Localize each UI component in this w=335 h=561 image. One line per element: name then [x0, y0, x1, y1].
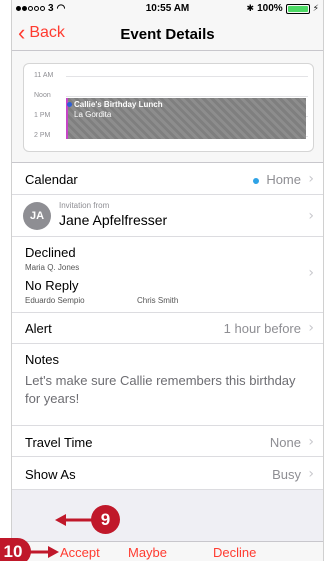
bluetooth-icon: ✱	[246, 3, 255, 14]
battery-fill	[287, 5, 308, 12]
charging-icon: ⚡	[312, 3, 319, 14]
travel-time-value: None	[269, 435, 301, 450]
details-list: Calendar Home › JA Invitation from Jane …	[12, 163, 323, 490]
chevron-right-icon: ›	[308, 434, 314, 450]
hour-label: 1 PM	[34, 112, 54, 119]
calendar-color-dot-icon	[253, 177, 260, 184]
callout-arrow-10	[28, 546, 59, 558]
declined-attendee: Maria Q. Jones	[25, 263, 80, 272]
notes-label: Notes	[25, 352, 59, 367]
event-block[interactable]: Callie's Birthday Lunch La Gordita	[66, 98, 306, 139]
chevron-right-icon: ›	[308, 208, 314, 224]
battery-percent: 100%	[257, 3, 283, 14]
travel-time-label: Travel Time	[25, 435, 93, 450]
notes-text: Let's make sure Callie remembers this bi…	[25, 373, 296, 406]
hour-line	[66, 76, 308, 77]
attendees-row[interactable]: Declined Maria Q. Jones No Reply Eduardo…	[12, 237, 323, 313]
hour-label: 11 AM	[34, 72, 57, 79]
event-location: La Gordita	[74, 110, 112, 119]
maybe-button[interactable]: Maybe	[128, 545, 167, 560]
calendar-value: Home	[253, 172, 301, 187]
callout-badge-10: 10	[0, 538, 31, 561]
chevron-right-icon: ›	[308, 265, 314, 281]
avatar: JA	[23, 202, 51, 230]
show-as-value: Busy	[272, 467, 301, 482]
callout-arrow-9	[55, 514, 93, 526]
calendar-label: Calendar	[25, 172, 78, 187]
status-bar: 3 ◠ 10:55 AM ✱ 100% ⚡	[12, 0, 323, 17]
no-reply-heading: No Reply	[25, 278, 79, 293]
calendar-day-preview[interactable]: 11 AM Noon 1 PM 2 PM Callie's Birthday L…	[23, 63, 314, 152]
hour-label: 2 PM	[34, 132, 54, 139]
declined-heading: Declined	[25, 245, 76, 260]
calendar-name: Home	[266, 172, 301, 187]
show-as-row[interactable]: Show As Busy ›	[12, 457, 323, 490]
navigation-bar: ‹ Back Event Details	[12, 17, 323, 51]
notes-row: Notes Let's make sure Callie remembers t…	[12, 344, 323, 426]
event-title: Callie's Birthday Lunch	[74, 100, 163, 109]
hour-label: Noon	[34, 92, 54, 99]
invitation-from-label: Invitation from	[59, 201, 110, 210]
no-reply-attendee: Chris Smith	[137, 296, 179, 305]
chevron-right-icon: ›	[308, 171, 314, 187]
chevron-right-icon: ›	[308, 320, 314, 336]
calendar-section: 11 AM Noon 1 PM 2 PM Callie's Birthday L…	[12, 51, 323, 163]
inviter-name: Jane Apfelfresser	[59, 212, 168, 228]
calendar-row[interactable]: Calendar Home ›	[12, 163, 323, 195]
battery-group: ✱ 100% ⚡	[247, 3, 319, 14]
alert-row[interactable]: Alert 1 hour before ›	[12, 313, 323, 344]
alert-value: 1 hour before	[223, 321, 301, 336]
decline-button[interactable]: Decline	[213, 545, 256, 560]
battery-icon	[285, 3, 310, 14]
show-as-label: Show As	[25, 467, 76, 482]
invitation-row[interactable]: JA Invitation from Jane Apfelfresser ›	[12, 195, 323, 237]
hour-row: 11 AM	[24, 72, 313, 96]
chevron-right-icon: ›	[308, 466, 314, 482]
event-dot-icon	[67, 102, 72, 107]
page-title: Event Details	[120, 26, 215, 43]
alert-label: Alert	[25, 321, 52, 336]
hour-line	[66, 96, 308, 97]
accept-button[interactable]: Accept	[60, 545, 100, 560]
callout-badge-9: 9	[91, 505, 120, 534]
phone-screen: 3 ◠ 10:55 AM ✱ 100% ⚡ ‹ Back Event Detai…	[11, 0, 324, 561]
travel-time-row[interactable]: Travel Time None ›	[12, 426, 323, 457]
no-reply-attendee: Eduardo Sempio	[25, 296, 85, 305]
